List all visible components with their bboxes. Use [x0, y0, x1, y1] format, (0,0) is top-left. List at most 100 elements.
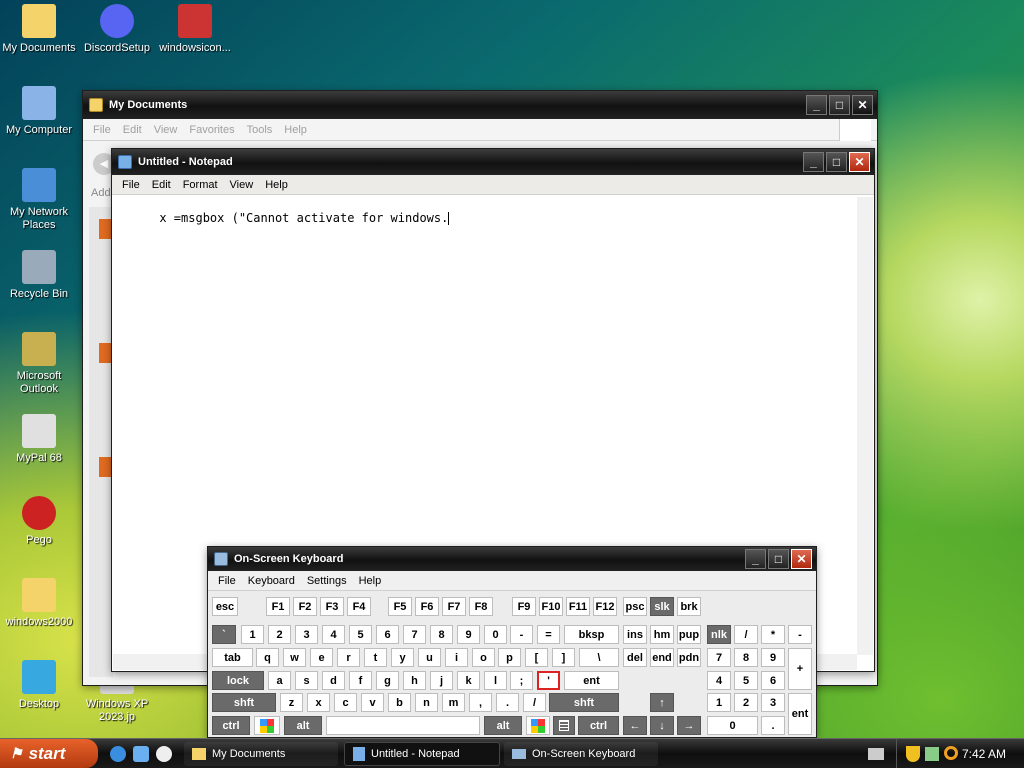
menu-help[interactable]: Help — [353, 575, 388, 587]
key-shft[interactable]: shft — [212, 693, 276, 712]
key-7[interactable]: 7 — [707, 648, 731, 667]
key-brk[interactable]: brk — [677, 597, 701, 616]
menu-settings[interactable]: Settings — [301, 575, 353, 587]
key-sym16[interactable]: ` — [212, 625, 236, 644]
key-sym36[interactable]: - — [788, 625, 812, 644]
key-w[interactable]: w — [283, 648, 306, 667]
key-5[interactable]: 5 — [349, 625, 372, 644]
key-6[interactable]: 6 — [761, 671, 785, 690]
key-b[interactable]: b — [388, 693, 411, 712]
key-m[interactable]: m — [442, 693, 465, 712]
explorer-quicklaunch-icon[interactable] — [133, 746, 149, 762]
key-sym83[interactable]: / — [523, 693, 546, 712]
desktop-icon-microsoft-outlook[interactable]: Microsoft Outlook — [0, 332, 78, 396]
menu-key[interactable] — [553, 716, 575, 735]
key-o[interactable]: o — [472, 648, 495, 667]
menu-edit[interactable]: Edit — [117, 124, 148, 136]
key-sym35[interactable]: * — [761, 625, 785, 644]
key-sym85[interactable]: ↑ — [650, 693, 674, 712]
key-f2[interactable]: F2 — [293, 597, 317, 616]
key-4[interactable]: 4 — [322, 625, 345, 644]
key-ent[interactable]: ent — [564, 671, 619, 690]
key-sym98[interactable]: ↓ — [650, 716, 674, 735]
key-q[interactable]: q — [256, 648, 279, 667]
key-x[interactable]: x — [307, 693, 330, 712]
key-sym68[interactable]: ' — [537, 671, 560, 690]
menu-favorites[interactable]: Favorites — [183, 124, 240, 136]
desktop-icon-discordsetup[interactable]: DiscordSetup — [78, 4, 156, 55]
spacebar-key[interactable] — [326, 716, 480, 735]
key-ctrl[interactable]: ctrl — [212, 716, 250, 735]
key-i[interactable]: i — [445, 648, 468, 667]
key-k[interactable]: k — [457, 671, 480, 690]
key-f4[interactable]: F4 — [347, 597, 371, 616]
key-pup[interactable]: pup — [677, 625, 701, 644]
taskbar-notepad[interactable]: Untitled - Notepad — [344, 742, 500, 766]
taskbar-my-documents[interactable]: My Documents — [184, 742, 338, 766]
key-del[interactable]: del — [623, 648, 647, 667]
network-tray-icon[interactable] — [925, 747, 939, 761]
key-f11[interactable]: F11 — [566, 597, 590, 616]
close-button[interactable]: ✕ — [852, 95, 873, 115]
key-a[interactable]: a — [268, 671, 291, 690]
key-sym102[interactable]: + — [788, 648, 812, 690]
key-sym81[interactable]: , — [469, 693, 492, 712]
windows-key[interactable] — [526, 716, 550, 735]
key-c[interactable]: c — [334, 693, 357, 712]
key-0[interactable]: 0 — [484, 625, 507, 644]
key-0[interactable]: 0 — [707, 716, 758, 735]
key-bksp[interactable]: bksp — [564, 625, 619, 644]
key-7[interactable]: 7 — [403, 625, 426, 644]
windows-key[interactable] — [254, 716, 280, 735]
key-h[interactable]: h — [403, 671, 426, 690]
maximize-button[interactable]: □ — [829, 95, 850, 115]
key-3[interactable]: 3 — [761, 693, 785, 712]
key-slk[interactable]: slk — [650, 597, 674, 616]
minimize-button[interactable]: _ — [745, 549, 766, 569]
key-pdn[interactable]: pdn — [677, 648, 701, 667]
close-button[interactable]: ✕ — [849, 152, 870, 172]
key-sym99[interactable]: → — [677, 716, 701, 735]
key-sym48[interactable]: [ — [525, 648, 548, 667]
key-2[interactable]: 2 — [734, 693, 758, 712]
desktop-icon-pego[interactable]: Pego — [0, 496, 78, 547]
taskbar-osk[interactable]: On-Screen Keyboard — [504, 742, 658, 766]
key-f9[interactable]: F9 — [512, 597, 536, 616]
key-5[interactable]: 5 — [734, 671, 758, 690]
vertical-scrollbar[interactable] — [857, 197, 873, 655]
key-f3[interactable]: F3 — [320, 597, 344, 616]
search-tray-icon[interactable] — [944, 746, 958, 760]
security-tray-icon[interactable] — [906, 746, 920, 762]
key-f6[interactable]: F6 — [415, 597, 439, 616]
key-sym28[interactable]: = — [537, 625, 560, 644]
key-1[interactable]: 1 — [241, 625, 264, 644]
key-nlk[interactable]: nlk — [707, 625, 731, 644]
maximize-button[interactable]: □ — [768, 549, 789, 569]
key-f[interactable]: f — [349, 671, 372, 690]
minimize-button[interactable]: _ — [806, 95, 827, 115]
key-lock[interactable]: lock — [212, 671, 264, 690]
key-9[interactable]: 9 — [457, 625, 480, 644]
key-ent[interactable]: ent — [788, 693, 812, 735]
key-ins[interactable]: ins — [623, 625, 647, 644]
key-y[interactable]: y — [391, 648, 414, 667]
key-v[interactable]: v — [361, 693, 384, 712]
maximize-button[interactable]: □ — [826, 152, 847, 172]
desktop-icon-windowsicon[interactable]: windowsicon... — [156, 4, 234, 55]
key-j[interactable]: j — [430, 671, 453, 690]
desktop-icon-my-documents[interactable]: My Documents — [0, 4, 78, 55]
desktop-icon-my-computer[interactable]: My Computer — [0, 86, 78, 137]
menu-help[interactable]: Help — [278, 124, 313, 136]
desktop-icon-windows2000[interactable]: windows2000 — [0, 578, 78, 629]
key-sym50[interactable]: \ — [579, 648, 619, 667]
key-u[interactable]: u — [418, 648, 441, 667]
menu-file[interactable]: File — [212, 575, 242, 587]
key-end[interactable]: end — [650, 648, 674, 667]
key-alt[interactable]: alt — [284, 716, 322, 735]
menu-view[interactable]: View — [148, 124, 184, 136]
key-f10[interactable]: F10 — [539, 597, 563, 616]
osk-titlebar[interactable]: On-Screen Keyboard _ □ ✕ — [208, 547, 816, 571]
key-sym97[interactable]: ← — [623, 716, 647, 735]
key-shft[interactable]: shft — [549, 693, 619, 712]
key-t[interactable]: t — [364, 648, 387, 667]
